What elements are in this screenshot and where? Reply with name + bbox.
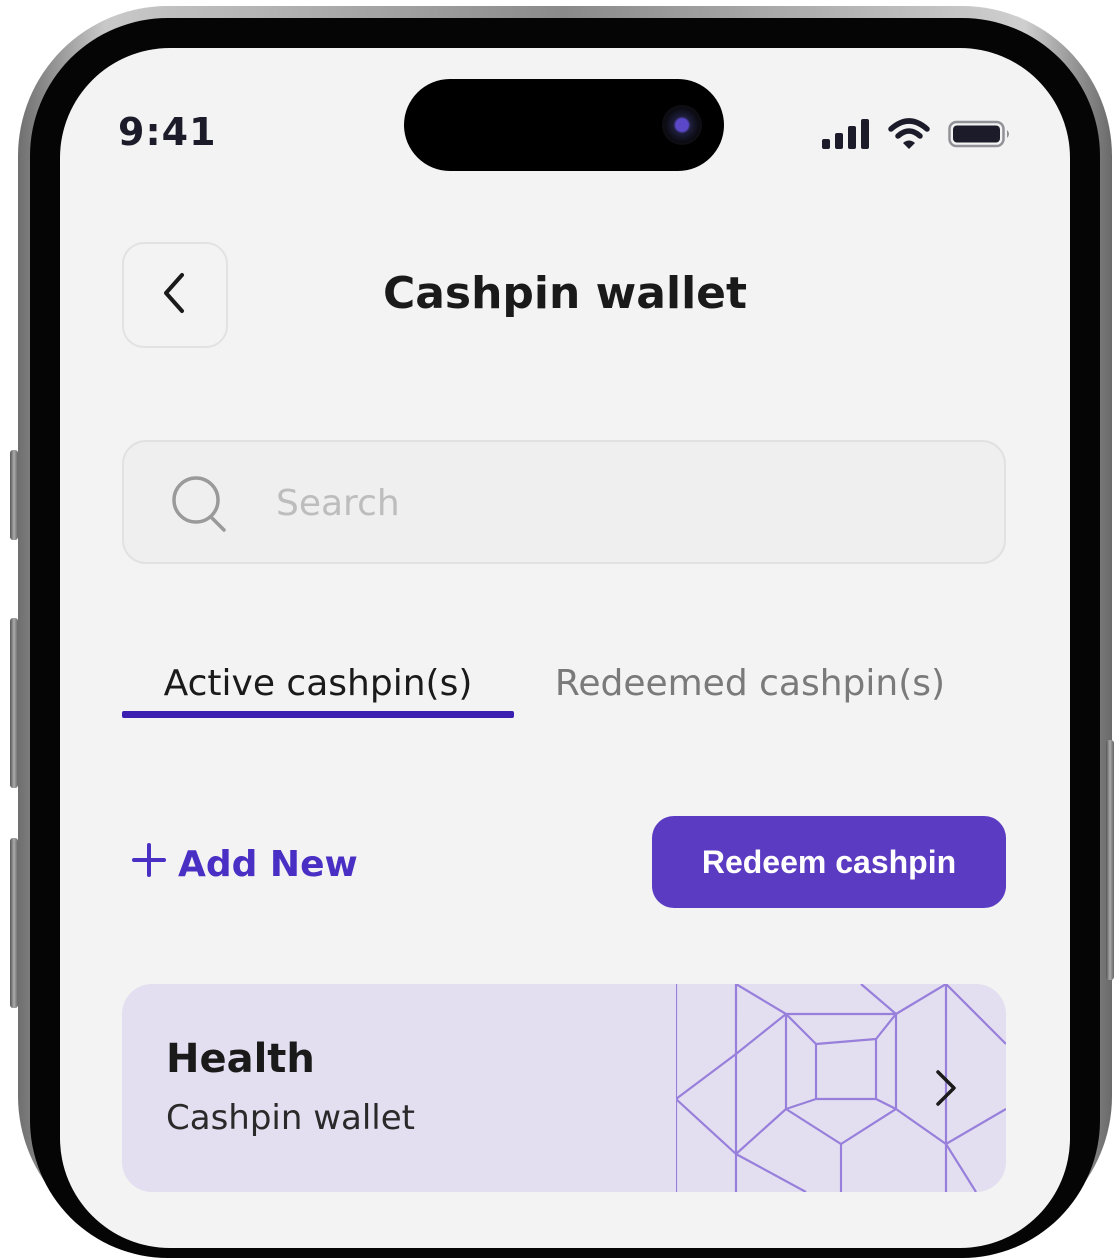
search-bar[interactable]	[122, 440, 1006, 564]
card-title: Health	[166, 1036, 315, 1082]
power-button	[1106, 740, 1114, 980]
add-new-label: Add New	[178, 843, 358, 885]
tab-active-cashpins[interactable]: Active cashpin(s)	[122, 648, 514, 718]
search-icon	[170, 474, 230, 538]
plus-icon	[132, 842, 166, 886]
volume-down-button	[10, 838, 18, 1008]
signal-icon	[822, 119, 870, 153]
volume-up-button	[10, 618, 18, 788]
camera-icon	[662, 105, 702, 145]
status-time: 9:41	[118, 110, 217, 154]
app-screen: 9:41 Cashpin wallet Search Active cashpi…	[60, 48, 1070, 1248]
chevron-right-icon	[934, 1068, 958, 1112]
tab-redeemed-cashpins[interactable]: Redeemed cashpin(s)	[550, 648, 950, 718]
cashpin-wallet-card[interactable]: Health Cashpin wallet	[122, 984, 1006, 1192]
battery-icon	[948, 119, 1012, 153]
status-icons	[822, 118, 1012, 154]
dynamic-island	[404, 79, 724, 171]
wifi-icon	[888, 118, 930, 154]
search-input[interactable]	[274, 472, 958, 534]
silent-switch	[10, 450, 18, 540]
active-tab-indicator	[122, 711, 514, 718]
redeem-cashpin-button[interactable]: Redeem cashpin	[652, 816, 1006, 908]
add-new-button[interactable]: Add New	[132, 836, 358, 892]
page-title: Cashpin wallet	[382, 268, 748, 319]
card-subtitle: Cashpin wallet	[166, 1098, 416, 1138]
